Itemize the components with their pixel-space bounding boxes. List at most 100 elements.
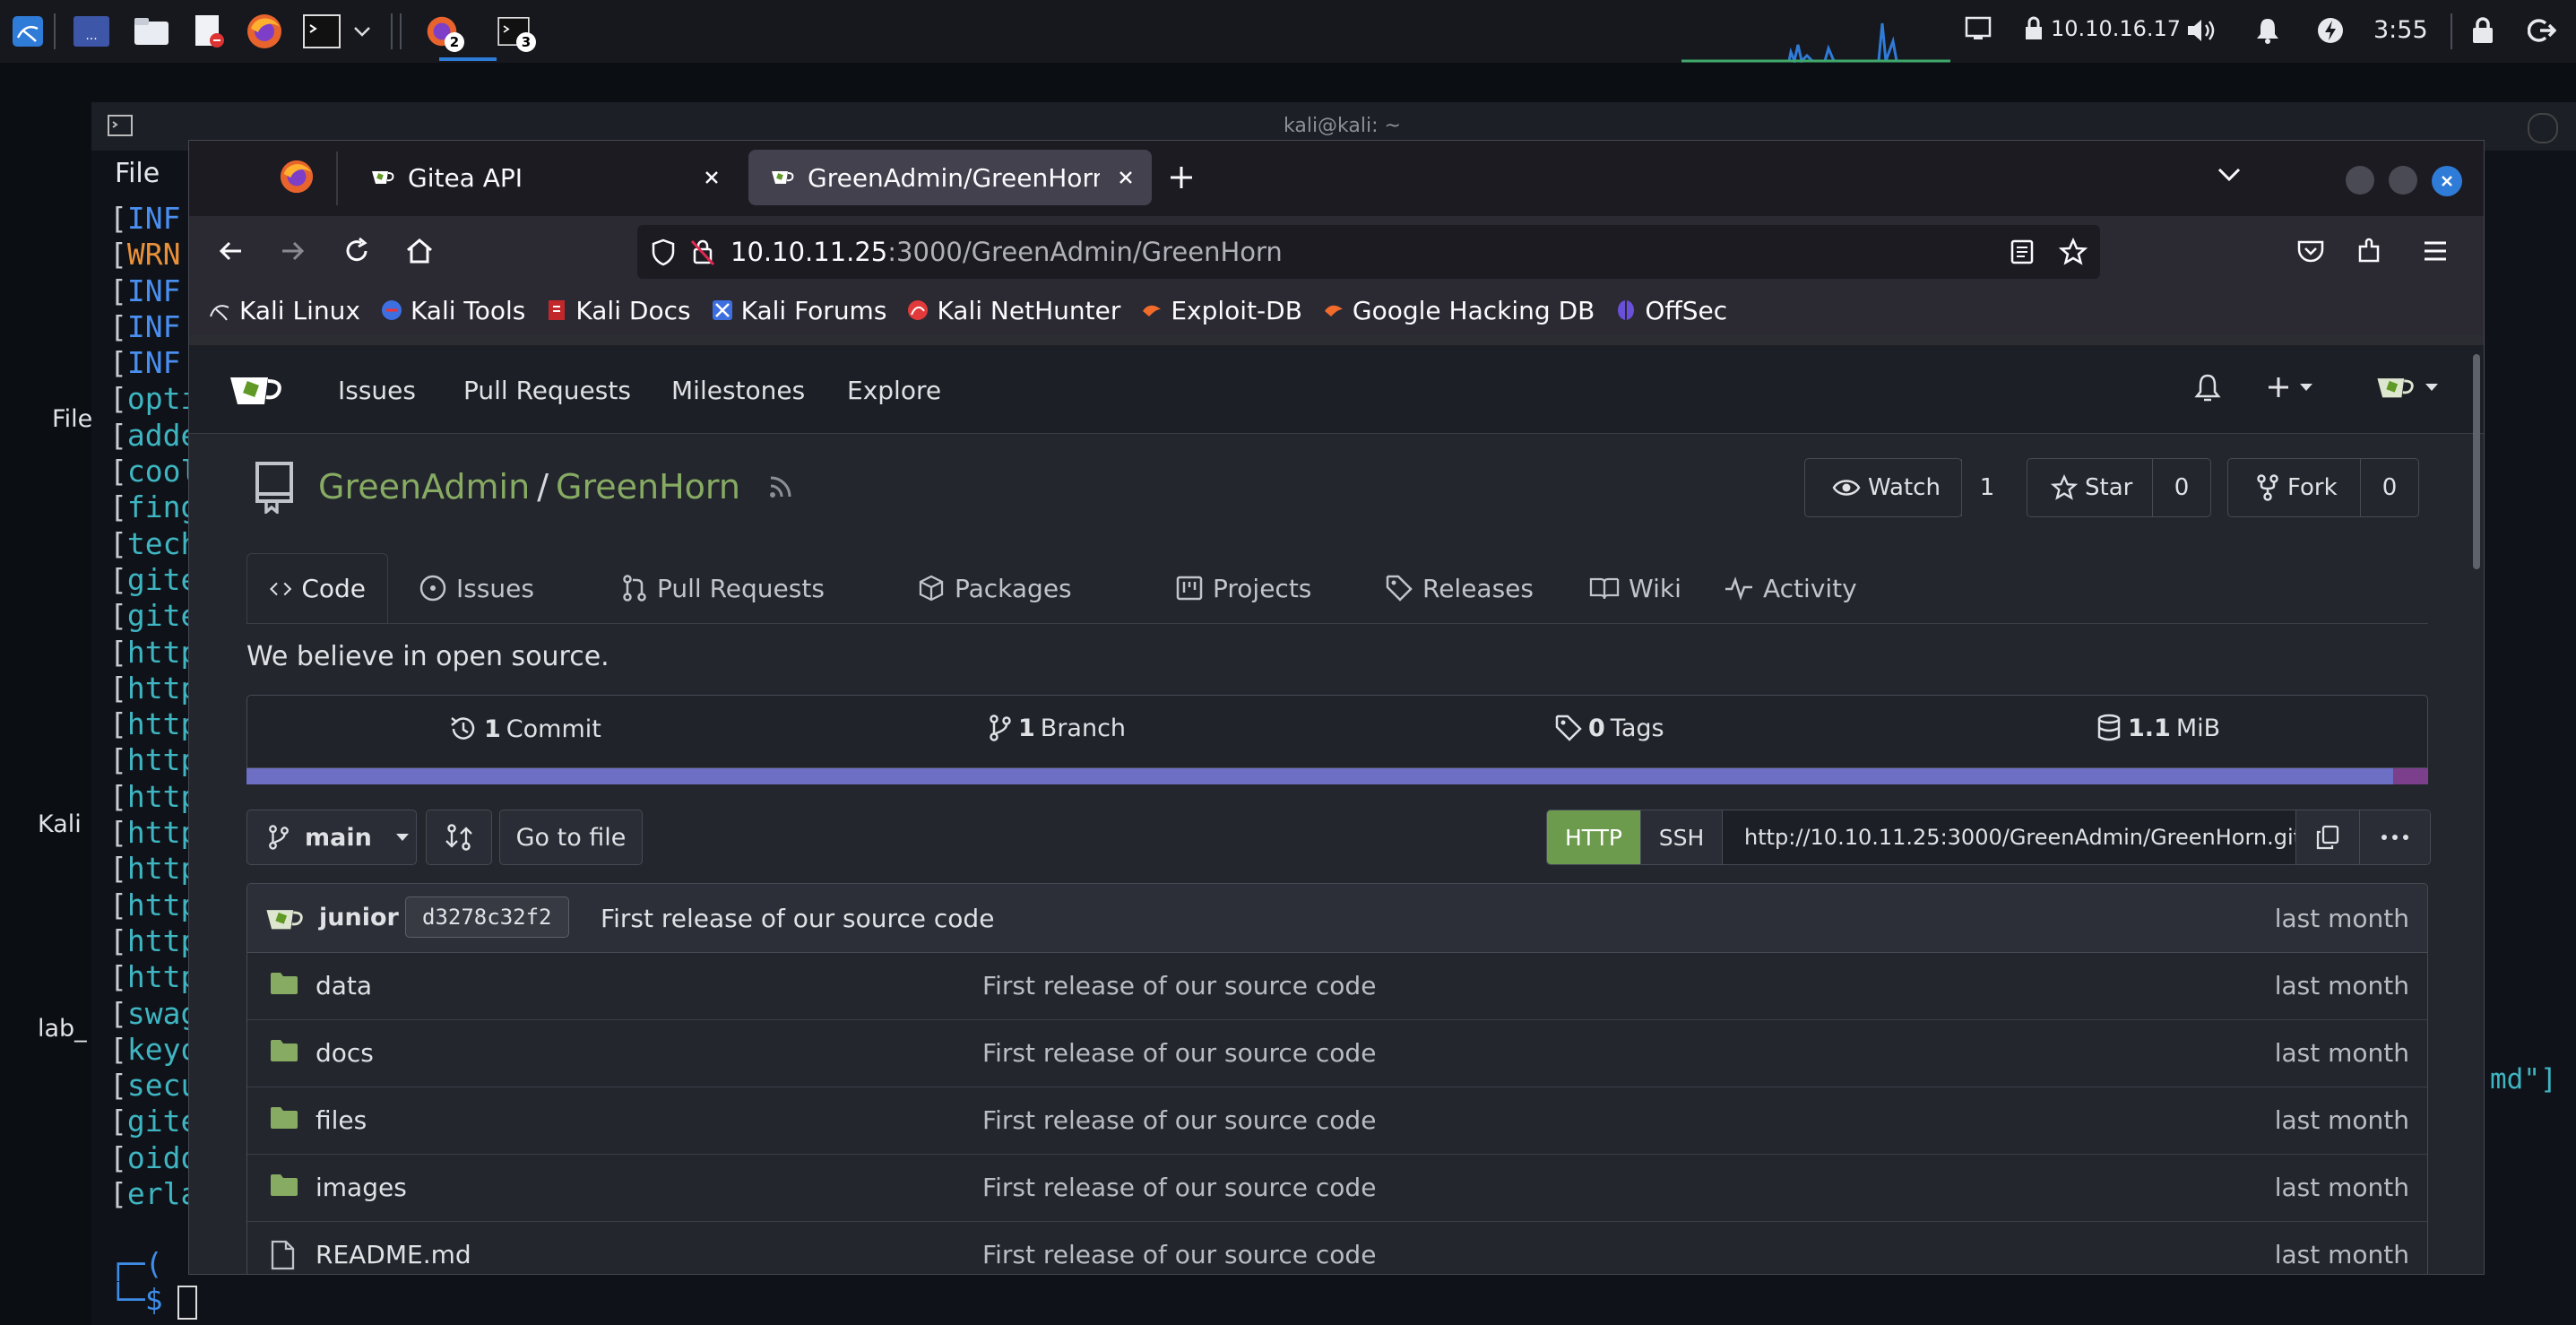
- text-editor-icon[interactable]: [192, 13, 226, 49]
- page-scrollbar[interactable]: [2473, 354, 2480, 569]
- insecure-lock-icon[interactable]: [689, 238, 716, 266]
- file-name-link[interactable]: README.md: [316, 1240, 471, 1269]
- go-to-file-button[interactable]: Go to file: [499, 810, 643, 865]
- desktop-label-file[interactable]: File: [52, 405, 92, 433]
- terminal-icon[interactable]: [303, 14, 341, 48]
- tab-issues[interactable]: Issues: [419, 553, 534, 623]
- tracking-shield-icon[interactable]: [650, 238, 677, 266]
- tab-pull-requests[interactable]: Pull Requests: [621, 553, 825, 623]
- clone-ssh-button[interactable]: SSH: [1640, 810, 1722, 864]
- more-clone-options-button[interactable]: [2359, 810, 2430, 864]
- taskbar-firefox-group[interactable]: 2: [423, 13, 464, 52]
- bookmark-kali-tools[interactable]: Kali Tools: [380, 296, 525, 325]
- url-text[interactable]: 10.10.11.25:3000/GreenAdmin/GreenHorn: [730, 237, 1283, 267]
- file-commit-message[interactable]: First release of our source code: [982, 1240, 1376, 1269]
- tab-releases[interactable]: Releases: [1385, 553, 1534, 623]
- desktop-label-kali[interactable]: Kali: [38, 810, 82, 838]
- star-button[interactable]: Star 0: [2027, 458, 2211, 517]
- nav-issues[interactable]: Issues: [338, 376, 416, 405]
- close-icon[interactable]: [700, 166, 723, 189]
- bookmark-kali-nethunter[interactable]: Kali NetHunter: [906, 296, 1120, 325]
- nav-pull-requests[interactable]: Pull Requests: [463, 376, 631, 405]
- taskbar-terminal-group[interactable]: 3: [495, 13, 536, 52]
- display-icon[interactable]: [1965, 16, 1992, 41]
- create-new-plus-icon[interactable]: [2265, 374, 2313, 401]
- bookmark-star-icon[interactable]: [2059, 238, 2088, 266]
- network-lock-icon[interactable]: [2020, 14, 2047, 43]
- watch-button[interactable]: Watch 1: [1804, 458, 1994, 517]
- user-avatar-menu[interactable]: [2376, 372, 2439, 403]
- commit-author[interactable]: junior: [319, 904, 399, 931]
- file-name-link[interactable]: files: [316, 1105, 367, 1135]
- clock[interactable]: 3:55: [2373, 16, 2428, 44]
- file-commit-message[interactable]: First release of our source code: [982, 1038, 1376, 1068]
- tab-code[interactable]: Code: [246, 553, 388, 623]
- terminal-close-icon[interactable]: [2528, 113, 2558, 143]
- fork-button[interactable]: Fork 0: [2227, 458, 2419, 517]
- kali-menu-icon[interactable]: [13, 16, 43, 47]
- power-manager-icon[interactable]: [2316, 16, 2345, 45]
- repo-owner-link[interactable]: GreenAdmin: [318, 467, 530, 507]
- hamburger-menu-icon[interactable]: [2421, 238, 2450, 264]
- tab-greenhorn[interactable]: GreenAdmin/GreenHorn:: [748, 150, 1152, 205]
- bookmark-kali-linux[interactable]: Kali Linux: [209, 296, 360, 325]
- back-arrow-icon[interactable]: [216, 236, 246, 266]
- url-bar[interactable]: 10.10.11.25:3000/GreenAdmin/GreenHorn: [637, 225, 2100, 279]
- nav-explore[interactable]: Explore: [847, 376, 941, 405]
- minimize-button[interactable]: [2346, 166, 2374, 195]
- language-segment[interactable]: [246, 768, 2394, 784]
- copy-clone-url-button[interactable]: [2295, 810, 2359, 864]
- workspace-icon[interactable]: ...: [73, 16, 109, 47]
- forward-arrow-icon[interactable]: [277, 236, 307, 266]
- watch-count[interactable]: 1: [1961, 459, 2012, 516]
- desktop-label-lab[interactable]: lab_: [38, 1015, 87, 1043]
- rss-feed-icon[interactable]: [767, 473, 794, 500]
- volume-icon[interactable]: [2185, 16, 2217, 45]
- bookmark-kali-forums[interactable]: Kali Forums: [711, 296, 886, 325]
- clone-http-button[interactable]: HTTP: [1547, 810, 1640, 864]
- commit-message[interactable]: First release of our source code: [601, 904, 994, 933]
- compare-button[interactable]: [426, 810, 492, 865]
- branches-stat[interactable]: 1 Branch: [988, 714, 1126, 742]
- bookmark-offsec[interactable]: OffSec: [1614, 296, 1727, 325]
- star-count[interactable]: 0: [2152, 459, 2210, 516]
- file-name-link[interactable]: docs: [316, 1038, 374, 1068]
- commit-sha-button[interactable]: d3278c32f2: [405, 896, 569, 938]
- reader-view-icon[interactable]: [2009, 238, 2036, 265]
- language-stats-bar[interactable]: [246, 768, 2428, 784]
- firefox-view-button[interactable]: [279, 159, 315, 195]
- extensions-icon[interactable]: [2355, 236, 2385, 266]
- tab-activity[interactable]: Activity: [1724, 553, 1857, 623]
- file-commit-message[interactable]: First release of our source code: [982, 1105, 1376, 1135]
- close-icon[interactable]: [1114, 166, 1137, 189]
- tab-gitea-api[interactable]: Gitea API: [349, 150, 738, 205]
- tags-stat[interactable]: 0 Tags: [1554, 714, 1664, 742]
- avatar[interactable]: [265, 904, 305, 934]
- branch-selector[interactable]: main: [246, 810, 417, 865]
- file-commit-message[interactable]: First release of our source code: [982, 971, 1376, 1000]
- bell-icon[interactable]: [2255, 16, 2280, 45]
- lock-screen-icon[interactable]: [2470, 16, 2495, 45]
- bookmark-exploit-db[interactable]: Exploit-DB: [1140, 296, 1302, 325]
- bookmark-kali-docs[interactable]: Kali Docs: [545, 296, 691, 325]
- file-manager-icon[interactable]: [133, 16, 170, 47]
- repo-name-link[interactable]: GreenHorn: [556, 467, 740, 507]
- reload-icon[interactable]: [341, 236, 372, 266]
- close-window-button[interactable]: [2432, 166, 2462, 196]
- home-icon[interactable]: [404, 236, 435, 266]
- commits-stat[interactable]: 1 Commit: [448, 714, 601, 744]
- notification-bell-icon[interactable]: [2193, 372, 2222, 404]
- file-commit-message[interactable]: First release of our source code: [982, 1173, 1376, 1202]
- nav-milestones[interactable]: Milestones: [671, 376, 805, 405]
- new-tab-button[interactable]: [1166, 162, 1197, 193]
- firefox-window[interactable]: Gitea API GreenAdmin/GreenHorn: 10.10.11…: [188, 140, 2485, 1275]
- logout-icon[interactable]: [2528, 16, 2556, 45]
- firefox-icon[interactable]: [246, 13, 283, 50]
- tab-wiki[interactable]: Wiki: [1589, 553, 1681, 623]
- fork-count[interactable]: 0: [2360, 459, 2418, 516]
- file-name-link[interactable]: images: [316, 1173, 407, 1202]
- tab-packages[interactable]: Packages: [917, 553, 1072, 623]
- terminal-menu-file[interactable]: File: [115, 158, 160, 189]
- pocket-icon[interactable]: [2295, 236, 2326, 266]
- file-name-link[interactable]: data: [316, 971, 372, 1000]
